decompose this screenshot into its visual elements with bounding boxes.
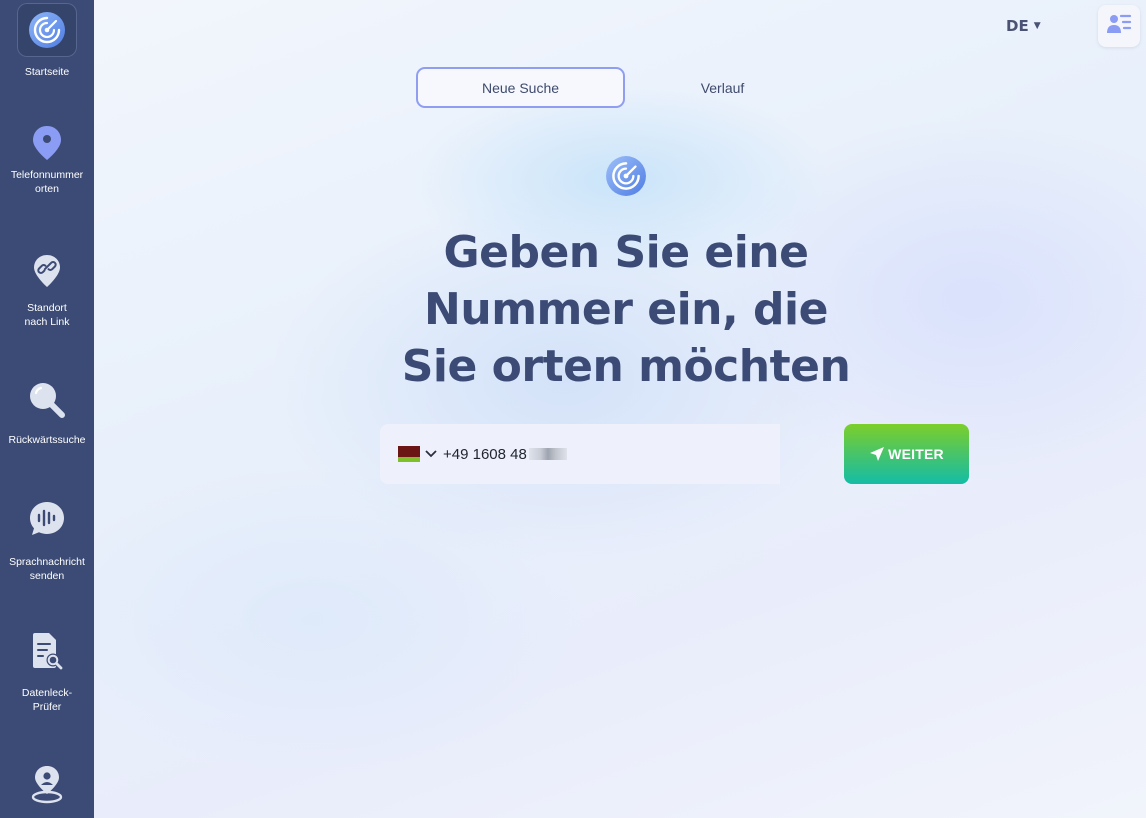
location-pin-icon — [30, 124, 64, 162]
caret-down-icon: ▼ — [1033, 21, 1041, 31]
language-code: DE — [1006, 17, 1029, 35]
user-list-icon — [1106, 11, 1132, 42]
weiter-button[interactable]: WEITER — [844, 424, 969, 484]
phone-number-text: +49 1608 48 — [443, 445, 527, 463]
account-button[interactable] — [1098, 5, 1140, 47]
person-pin-icon — [29, 764, 65, 804]
obscured-digits — [528, 448, 567, 460]
phone-search-form: +49 1608 48 WEITER — [380, 424, 969, 484]
main-content: DE ▼ Neue Suche Verlauf Geben Sie eine N… — [94, 0, 1146, 818]
sidebar-item-sprachnachricht[interactable]: Sprachnachricht senden — [0, 500, 94, 583]
tab-neue-suche[interactable]: Neue Suche — [416, 67, 625, 108]
send-arrow-icon — [869, 446, 885, 462]
sidebar-item-label: Startseite — [24, 66, 70, 78]
sidebar-item-label: Rückwärtssuche — [8, 434, 86, 446]
radar-logo-icon — [605, 155, 647, 197]
page-title: Geben Sie eine Nummer ein, die Sie orten… — [326, 224, 926, 395]
sidebar-item-label: Telefonnummer orten — [10, 169, 84, 195]
chevron-down-icon[interactable] — [425, 450, 437, 458]
sidebar-item-person-standort[interactable] — [0, 764, 94, 810]
radar-logo-icon — [17, 3, 77, 57]
weiter-label: WEITER — [888, 446, 944, 462]
sidebar-item-label: Sprachnachricht senden — [9, 556, 85, 582]
sidebar-item-telefonnummer-orten[interactable]: Telefonnummer orten — [0, 124, 94, 196]
headline-line: Nummer ein, die — [424, 284, 828, 335]
sidebar-item-label: Standort nach Link — [24, 302, 70, 328]
sidebar-item-label: Datenleck- Prüfer — [21, 687, 73, 713]
language-selector[interactable]: DE ▼ — [1006, 17, 1041, 35]
phone-input-field[interactable]: +49 1608 48 — [380, 424, 780, 484]
sidebar-item-datenleck-pruefer[interactable]: Datenleck- Prüfer — [0, 632, 94, 714]
link-pin-icon — [32, 253, 62, 289]
headline-line: Sie orten möchten — [401, 341, 851, 392]
tab-verlauf[interactable]: Verlauf — [618, 67, 827, 108]
sidebar: Startseite Telefonnummer orten Standort … — [0, 0, 94, 818]
sidebar-item-standort-nach-link[interactable]: Standort nach Link — [0, 253, 94, 329]
magnifier-icon — [27, 380, 67, 420]
flag-icon[interactable] — [398, 446, 420, 462]
headline-line: Geben Sie eine — [443, 227, 809, 278]
document-search-icon — [29, 632, 65, 672]
sidebar-item-startseite[interactable]: Startseite — [0, 3, 94, 79]
voice-message-icon — [28, 500, 66, 538]
sidebar-item-rueckwaertssuche[interactable]: Rückwärtssuche — [0, 380, 94, 447]
phone-number-value[interactable]: +49 1608 48 — [443, 446, 567, 463]
